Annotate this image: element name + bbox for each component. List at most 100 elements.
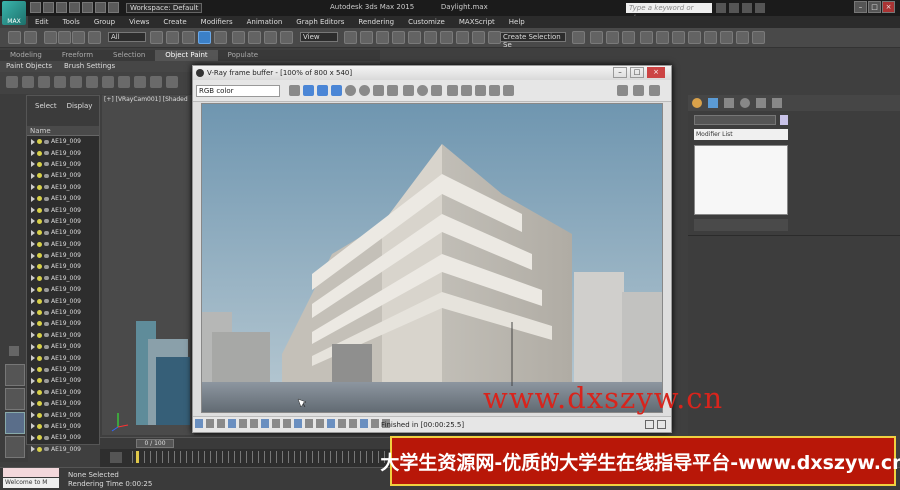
list-item[interactable]: AE19_009 [27, 239, 99, 250]
list-item[interactable]: AE19_009 [27, 444, 99, 455]
menu-item-tools[interactable]: Tools [56, 16, 87, 28]
visibility-icon[interactable] [44, 424, 49, 429]
create-tab-icon[interactable] [692, 98, 702, 108]
ribbon-tab-selection[interactable]: Selection [103, 50, 155, 61]
expand-icon[interactable] [31, 320, 35, 327]
vfb-minimize-button[interactable]: – [613, 67, 627, 78]
light-icon[interactable] [37, 298, 42, 304]
visibility-icon[interactable] [44, 230, 49, 235]
toolbar-tool-23-icon[interactable] [456, 31, 469, 44]
tab-display[interactable]: Display [67, 102, 93, 120]
vfb-tool-5-icon[interactable] [345, 85, 356, 96]
list-item[interactable]: AE19_009 [27, 318, 99, 329]
modifier-stack[interactable] [694, 145, 788, 215]
time-marker[interactable] [136, 451, 139, 463]
light-icon[interactable] [37, 173, 42, 179]
visibility-icon[interactable] [44, 208, 49, 213]
vfb-tool-6-icon[interactable] [359, 85, 370, 96]
list-item[interactable]: AE19_009 [27, 364, 99, 375]
paint-tool-3-icon[interactable] [38, 76, 50, 88]
visibility-icon[interactable] [44, 287, 49, 292]
toolbar-tool-6-icon[interactable] [88, 31, 101, 44]
menu-item-graph-editors[interactable]: Graph Editors [289, 16, 351, 28]
minimize-button[interactable]: – [854, 1, 867, 13]
visibility-icon[interactable] [44, 162, 49, 167]
light-icon[interactable] [37, 423, 42, 429]
time-slider[interactable]: 0 / 100 [100, 437, 390, 449]
toolbar-tool-35-icon[interactable] [720, 31, 733, 44]
qa-dropdown-icon[interactable] [108, 2, 119, 13]
paint-tool-8-icon[interactable] [118, 76, 130, 88]
vfb-tool-10-icon[interactable] [417, 85, 428, 96]
toolbar-tool-33-icon[interactable] [688, 31, 701, 44]
toolbar-tool-15-icon[interactable] [280, 31, 293, 44]
expand-icon[interactable] [31, 332, 35, 339]
toolbar-tool-14-icon[interactable] [264, 31, 277, 44]
viewport[interactable] [102, 95, 194, 435]
vfb-tool-12-icon[interactable] [447, 85, 458, 96]
list-item[interactable]: AE19_009 [27, 193, 99, 204]
toolbar-tool-4-icon[interactable] [58, 31, 71, 44]
light-icon[interactable] [37, 207, 42, 213]
toolbar-tool-13-icon[interactable] [248, 31, 261, 44]
list-item[interactable]: AE19_009 [27, 147, 99, 158]
expand-icon[interactable] [31, 161, 35, 168]
visibility-icon[interactable] [44, 447, 49, 452]
open-file-icon[interactable] [43, 2, 54, 13]
visibility-icon[interactable] [44, 413, 49, 418]
named-selection-dropdown[interactable]: Create Selection Se [500, 32, 566, 49]
list-item[interactable]: AE19_009 [27, 352, 99, 363]
light-icon[interactable] [37, 264, 42, 270]
toolbar-tool-25-icon[interactable] [488, 31, 501, 44]
toolbar-tool-5-icon[interactable] [72, 31, 85, 44]
list-item[interactable]: AE19_009 [27, 227, 99, 238]
close-button[interactable]: × [882, 1, 895, 13]
maxscript-listener[interactable]: Welcome to M [3, 478, 59, 488]
maximize-button[interactable]: □ [868, 1, 881, 13]
light-icon[interactable] [37, 446, 42, 452]
visibility-icon[interactable] [44, 151, 49, 156]
toolbar-tool-11-icon[interactable] [214, 31, 227, 44]
light-icon[interactable] [37, 196, 42, 202]
ribbon-tab-object-paint[interactable]: Object Paint [155, 50, 218, 61]
visibility-icon[interactable] [44, 242, 49, 247]
binoculars-icon[interactable] [716, 3, 726, 13]
visibility-icon[interactable] [44, 276, 49, 281]
list-item[interactable]: AE19_009 [27, 295, 99, 306]
visibility-icon[interactable] [44, 378, 49, 383]
light-icon[interactable] [37, 378, 42, 384]
toolbar-tool-2-icon[interactable] [24, 31, 37, 44]
collapse-icon[interactable] [9, 346, 19, 356]
ribbon-subtab-paint-objects[interactable]: Paint Objects [0, 61, 58, 72]
visibility-icon[interactable] [44, 356, 49, 361]
light-icon[interactable] [37, 275, 42, 281]
vfb-tool-19-icon[interactable] [649, 85, 660, 96]
selection-filter-dropdown[interactable]: All [108, 32, 146, 42]
menu-item-views[interactable]: Views [122, 16, 156, 28]
vfb-tool-13-icon[interactable] [461, 85, 472, 96]
vfb-close-button[interactable]: × [647, 67, 665, 78]
expand-icon[interactable] [31, 366, 35, 373]
visibility-icon[interactable] [44, 299, 49, 304]
expand-icon[interactable] [31, 184, 35, 191]
paint-tool-5-icon[interactable] [70, 76, 82, 88]
toolbar-tool-20-icon[interactable] [408, 31, 421, 44]
list-item[interactable]: AE19_009 [27, 432, 99, 443]
toolbar-tool-10-icon[interactable] [198, 31, 211, 44]
vfb-status-tool-7-icon[interactable] [261, 419, 269, 428]
vfb-status-tool-10-icon[interactable] [294, 419, 302, 428]
vfb-status-tool-13-icon[interactable] [327, 419, 335, 428]
ribbon-tab-populate[interactable]: Populate [218, 50, 268, 61]
expand-icon[interactable] [31, 150, 35, 157]
vfb-tool-11-icon[interactable] [431, 85, 442, 96]
toolbar-tool-16-icon[interactable] [344, 31, 357, 44]
paint-tool-9-icon[interactable] [134, 76, 146, 88]
menu-item-modifiers[interactable]: Modifiers [194, 16, 240, 28]
toolbar-tool-18-icon[interactable] [376, 31, 389, 44]
light-icon[interactable] [37, 253, 42, 259]
undo-icon[interactable] [69, 2, 80, 13]
expand-icon[interactable] [31, 343, 35, 350]
expand-icon[interactable] [31, 377, 35, 384]
light-icon[interactable] [37, 218, 42, 224]
toolbar-tool-36-icon[interactable] [736, 31, 749, 44]
